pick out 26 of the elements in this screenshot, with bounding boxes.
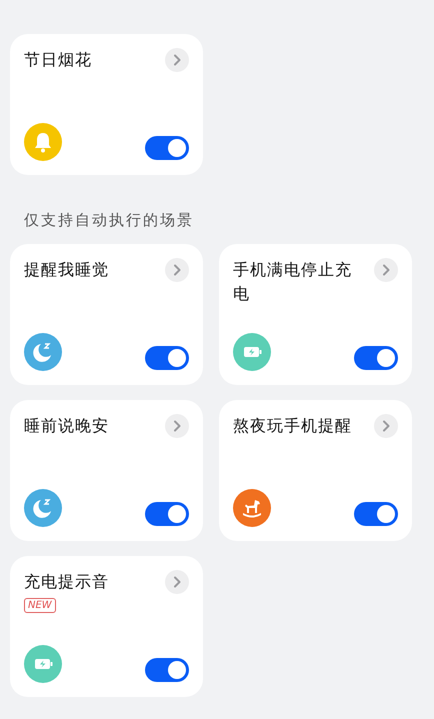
scene-card[interactable]: 节日烟花	[10, 34, 203, 175]
scene-card[interactable]: 手机满电停止充电	[219, 244, 412, 385]
new-tag: NEW	[24, 598, 56, 613]
scene-title: 提醒我睡觉	[24, 259, 109, 281]
scene-card[interactable]: 充电提示音 NEW	[10, 556, 203, 697]
scene-title: 节日烟花	[24, 49, 92, 71]
chevron-right-icon[interactable]	[374, 258, 398, 282]
toggle-switch[interactable]	[354, 502, 398, 526]
chevron-right-icon[interactable]	[165, 258, 189, 282]
chevron-right-icon[interactable]	[165, 414, 189, 438]
toggle-switch[interactable]	[145, 502, 189, 526]
toggle-switch[interactable]	[354, 346, 398, 370]
scene-title: 熬夜玩手机提醒	[233, 415, 352, 437]
section-label: 仅支持自动执行的场景	[24, 211, 195, 230]
toggle-switch[interactable]	[145, 346, 189, 370]
scene-title: 充电提示音	[24, 571, 109, 593]
scene-card[interactable]: 熬夜玩手机提醒	[219, 400, 412, 541]
toggle-switch[interactable]	[145, 136, 189, 160]
scene-card[interactable]: 睡前说晚安	[10, 400, 203, 541]
chevron-right-icon[interactable]	[165, 48, 189, 72]
scene-card[interactable]: 提醒我睡觉	[10, 244, 203, 385]
toggle-switch[interactable]	[145, 658, 189, 682]
chevron-right-icon[interactable]	[165, 570, 189, 594]
chevron-right-icon[interactable]	[374, 414, 398, 438]
scene-title: 睡前说晚安	[24, 415, 109, 437]
scene-title: 手机满电停止充电	[233, 259, 353, 305]
